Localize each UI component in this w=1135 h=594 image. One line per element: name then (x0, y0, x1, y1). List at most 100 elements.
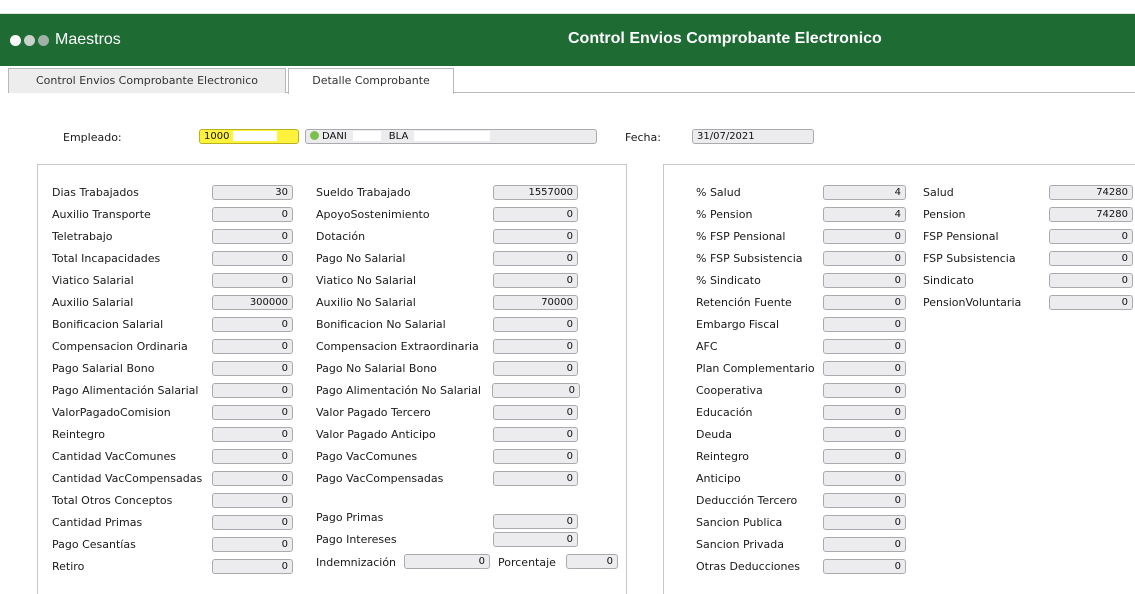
accrual-b-label: Pago VacComunes (316, 450, 418, 463)
accrual-value-field[interactable]: 0 (212, 493, 293, 508)
deduction-value-field[interactable]: 0 (823, 251, 906, 266)
accrual-b-value-field[interactable]: 0 (492, 383, 580, 398)
deduction-b-value-field[interactable]: 74280 (1049, 185, 1133, 200)
accrual-value-field[interactable]: 30 (212, 185, 293, 200)
accrual-label: Pago Cesantías (52, 538, 136, 551)
deduction-value-field[interactable]: 0 (823, 229, 906, 244)
accrual-value-field[interactable]: 0 (212, 273, 293, 288)
accrual-b-label: Valor Pagado Tercero (316, 406, 431, 419)
deduction-value-field[interactable]: 0 (823, 295, 906, 310)
accrual-label: Retiro (52, 560, 85, 573)
accrual-label: Bonificacion Salarial (52, 318, 164, 331)
accrual-value-field[interactable]: 0 (212, 317, 293, 332)
indemnizacion-label: Indemnización (316, 556, 397, 569)
tab-strip: Control Envios Comprobante Electronico D… (8, 66, 1135, 94)
deduction-label: % Salud (696, 186, 741, 199)
accrual-b-label: Pago No Salarial (316, 252, 406, 265)
accrual-label: Teletrabajo (52, 230, 113, 243)
accrual-value-field[interactable]: 0 (212, 537, 293, 552)
accrual-b-value-field[interactable]: 0 (493, 532, 578, 547)
accrual-b-value-field[interactable]: 0 (493, 405, 578, 420)
accrual-value-field[interactable]: 300000 (212, 295, 293, 310)
accrual-b-value-field[interactable]: 0 (493, 471, 578, 486)
deduction-value-field[interactable]: 4 (823, 207, 906, 222)
accrual-label: Viatico Salarial (52, 274, 134, 287)
accrual-value-field[interactable]: 0 (212, 427, 293, 442)
date-label: Fecha: (625, 131, 661, 144)
accrual-b-label: Compensacion Extraordinaria (316, 340, 479, 353)
deduction-value-field[interactable]: 0 (823, 515, 906, 530)
accrual-value-field[interactable]: 0 (212, 207, 293, 222)
accrual-b-label: Sueldo Trabajado (316, 186, 411, 199)
deduction-b-value-field[interactable]: 0 (1049, 273, 1133, 288)
deduction-value-field[interactable]: 0 (823, 361, 906, 376)
employee-label: Empleado: (63, 131, 122, 144)
accrual-b-value-field[interactable]: 70000 (493, 295, 578, 310)
accrual-b-label: Pago Primas (316, 511, 384, 524)
deduction-label: Cooperativa (696, 384, 763, 397)
accrual-label: Dias Trabajados (52, 186, 139, 199)
accrual-value-field[interactable]: 0 (212, 251, 293, 266)
accrual-b-value-field[interactable]: 0 (493, 251, 578, 266)
employee-id-value: 1000 (204, 131, 230, 142)
accrual-b-value-field[interactable]: 1557000 (493, 185, 578, 200)
deduction-value-field[interactable]: 0 (823, 339, 906, 354)
deduction-b-value-field[interactable]: 0 (1049, 251, 1133, 266)
deduction-value-field[interactable]: 0 (823, 493, 906, 508)
deduction-value-field[interactable]: 0 (823, 471, 906, 486)
accrual-label: Cantidad Primas (52, 516, 143, 529)
indemnizacion-field[interactable]: 0 (404, 554, 490, 569)
deduction-label: Otras Deducciones (696, 560, 801, 573)
deduction-b-value-field[interactable]: 74280 (1049, 207, 1133, 222)
accrual-value-field[interactable]: 0 (212, 559, 293, 574)
deduction-label: AFC (696, 340, 718, 353)
deduction-value-field[interactable]: 4 (823, 185, 906, 200)
deduction-value-field[interactable]: 0 (823, 537, 906, 552)
accrual-value-field[interactable]: 0 (212, 405, 293, 420)
accrual-b-label: Dotación (316, 230, 366, 243)
accrual-b-label: Pago No Salarial Bono (316, 362, 437, 375)
deduction-label: Deducción Tercero (696, 494, 798, 507)
porcentaje-field[interactable]: 0 (566, 554, 618, 569)
employee-id-field[interactable]: 1000 (199, 129, 299, 144)
deduction-label: Embargo Fiscal (696, 318, 780, 331)
accrual-value-field[interactable]: 0 (212, 229, 293, 244)
accrual-value-field[interactable]: 0 (212, 361, 293, 376)
accrual-value-field[interactable]: 0 (212, 339, 293, 354)
accrual-b-value-field[interactable]: 0 (493, 229, 578, 244)
deduction-label: Sancion Privada (696, 538, 784, 551)
accrual-label: Auxilio Transporte (52, 208, 151, 221)
deduction-b-value-field[interactable]: 0 (1049, 229, 1133, 244)
deduction-value-field[interactable]: 0 (823, 383, 906, 398)
accrual-b-value-field[interactable]: 0 (493, 273, 578, 288)
accrual-value-field[interactable]: 0 (212, 471, 293, 486)
tab-detalle-comprobante[interactable]: Detalle Comprobante (288, 68, 454, 94)
deduction-label: % Sindicato (696, 274, 761, 287)
window-dots-icon (10, 35, 49, 46)
deduction-value-field[interactable]: 0 (823, 405, 906, 420)
deduction-value-field[interactable]: 0 (823, 273, 906, 288)
accrual-b-value-field[interactable]: 0 (493, 361, 578, 376)
accrual-b-value-field[interactable]: 0 (493, 317, 578, 332)
accrual-value-field[interactable]: 0 (212, 449, 293, 464)
deduction-value-field[interactable]: 0 (823, 317, 906, 332)
deduction-value-field[interactable]: 0 (823, 427, 906, 442)
accrual-b-value-field[interactable]: 0 (493, 207, 578, 222)
accrual-b-label: Bonificacion No Salarial (316, 318, 446, 331)
deduction-label: Sancion Publica (696, 516, 783, 529)
deduction-label: % FSP Subsistencia (696, 252, 803, 265)
tab-control-envios[interactable]: Control Envios Comprobante Electronico (8, 68, 286, 93)
deduction-b-value-field[interactable]: 0 (1049, 295, 1133, 310)
accrual-b-value-field[interactable]: 0 (493, 427, 578, 442)
accrual-value-field[interactable]: 0 (212, 515, 293, 530)
deduction-b-label: Sindicato (923, 274, 974, 287)
accrual-b-value-field[interactable]: 0 (493, 339, 578, 354)
deduction-value-field[interactable]: 0 (823, 559, 906, 574)
deduction-value-field[interactable]: 0 (823, 449, 906, 464)
accrual-b-value-field[interactable]: 0 (493, 449, 578, 464)
date-field[interactable]: 31/07/2021 (692, 129, 814, 144)
accrual-b-value-field[interactable]: 0 (493, 514, 578, 529)
employee-name-last: BLA (388, 131, 409, 142)
accrual-value-field[interactable]: 0 (212, 383, 293, 398)
deduction-b-label: FSP Pensional (923, 230, 999, 243)
